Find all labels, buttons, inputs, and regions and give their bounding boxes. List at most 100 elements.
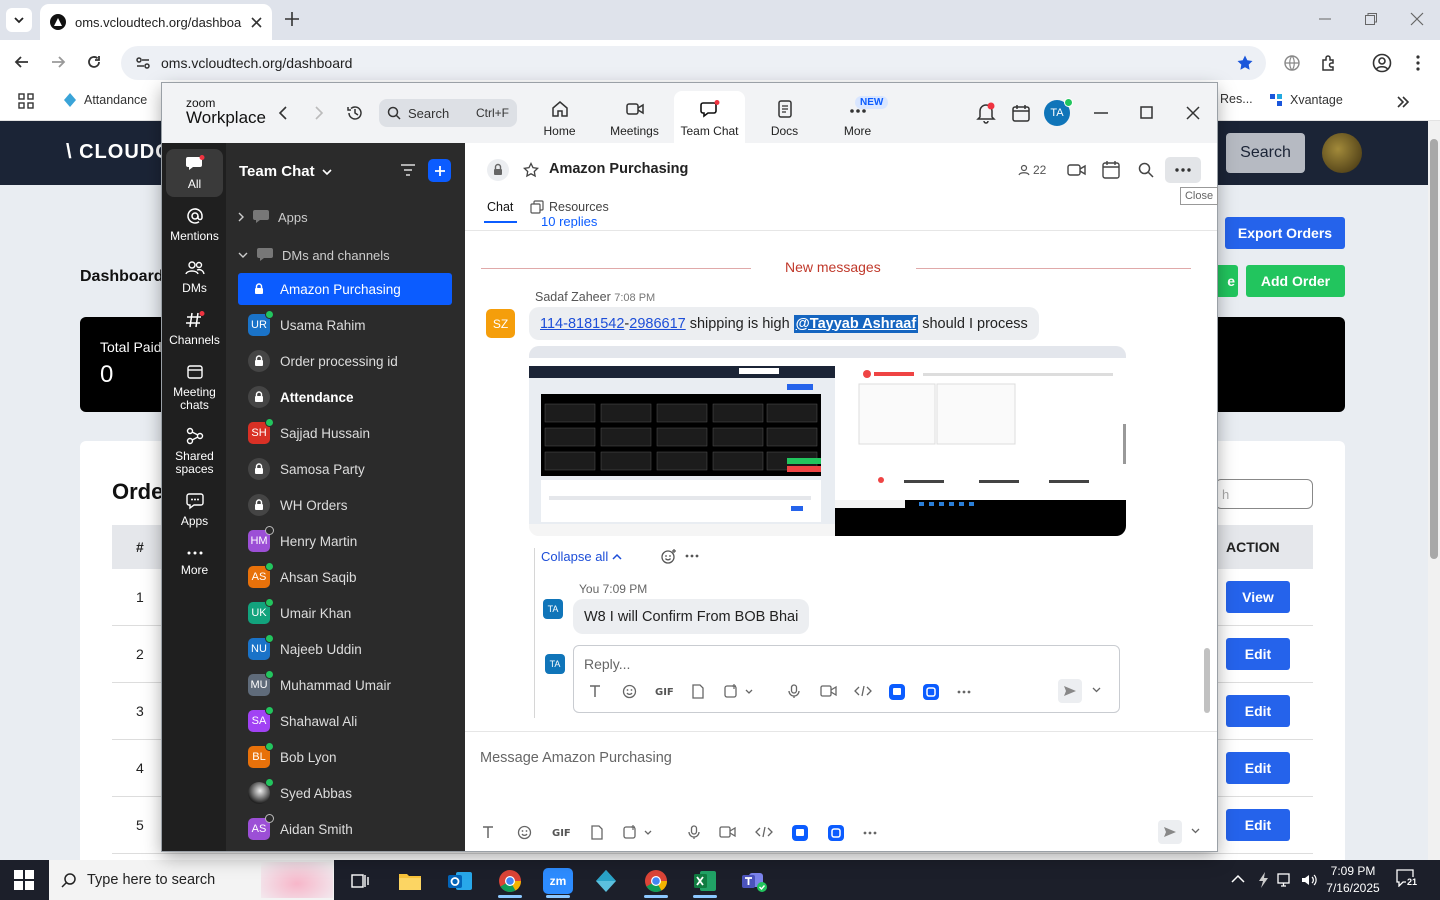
text-format-icon[interactable] [588,684,602,698]
rail-item-dms[interactable]: DMs [166,259,223,295]
site-settings-icon[interactable] [135,55,151,71]
sidebar-item-dm[interactable]: BL Bob Lyon [238,741,452,773]
send-button[interactable] [1158,820,1182,844]
orders-search-input[interactable]: h [1215,479,1313,509]
taskbar-chrome-2[interactable] [636,864,676,898]
video-message-icon[interactable] [820,684,837,698]
browser-menu-icon[interactable] [1412,54,1424,72]
sidebar-item-dm[interactable]: SA Shahawal Ali [238,705,452,737]
taskbar-teams[interactable] [734,864,774,898]
emoji-icon[interactable] [517,825,532,840]
collapse-all-link[interactable]: Collapse all [541,549,622,564]
sidebar-item-dm[interactable]: UK Umair Khan [238,597,452,629]
restore-icon[interactable] [1364,12,1378,26]
new-chat-button[interactable] [428,159,451,182]
forward-icon[interactable] [314,106,324,120]
sidebar-item-dm[interactable]: UR Usama Rahim [238,309,452,341]
tab-resources[interactable]: Resources [530,200,609,214]
site-search-button[interactable]: Search [1226,133,1305,173]
windows-start-icon[interactable] [14,870,34,890]
history-icon[interactable] [346,104,364,122]
sidebar-item-dm[interactable]: AS Ahsan Saqib [238,561,452,593]
rail-item-apps[interactable]: Apps [166,492,223,528]
close-icon[interactable] [251,16,262,28]
section-dms-channels[interactable]: DMs and channels [238,247,390,263]
video-message-icon[interactable] [719,825,736,839]
edit-button[interactable]: Edit [1226,752,1290,784]
rail-item-shared-spaces[interactable]: Shared spaces [166,427,223,476]
code-icon[interactable] [854,684,872,698]
code-icon[interactable] [755,825,773,839]
taskbar-chrome-1[interactable] [490,864,530,898]
tab-home[interactable]: Home [524,91,595,143]
taskbar-search-input[interactable]: Type here to search [49,860,334,900]
url-text[interactable]: oms.vcloudtech.org/dashboard [161,55,352,71]
volume-icon[interactable] [1300,871,1318,889]
network-icon[interactable] [1277,871,1295,889]
edit-button[interactable]: Edit [1226,638,1290,670]
tray-chevron-up-icon[interactable] [1231,874,1245,884]
file-icon[interactable] [590,825,604,840]
sidebar-item-dm[interactable]: HM Henry Martin [238,525,452,557]
rail-item-mentions[interactable]: Mentions [166,207,223,243]
user-mention[interactable]: @Tayyab Ashraaf [793,314,919,333]
order-link[interactable]: 114-8181542 [540,316,624,332]
browser-tab-active[interactable]: oms.vcloudtech.org/dashboard [40,4,272,40]
add-order-button[interactable]: Add Order [1246,265,1345,297]
tab-chat[interactable]: Chat [487,200,513,214]
screenshot-icon[interactable] [623,825,653,840]
sidebar-title[interactable]: Team Chat [239,163,332,180]
sidebar-item-channel[interactable]: Amazon Purchasing [238,273,452,305]
app-blue-icon[interactable] [889,684,905,700]
section-apps[interactable]: Apps [238,209,308,225]
thread-replies-link[interactable]: 10 replies [541,214,597,228]
apps-grid-icon[interactable] [18,93,34,109]
app-blue-icon[interactable] [792,825,808,841]
sidebar-item-dm[interactable]: AS Aidan Smith [238,813,452,845]
sidebar-item-channel[interactable]: WH Orders [238,489,452,521]
star-icon[interactable] [523,162,539,178]
task-view-button[interactable] [340,864,380,898]
rail-item-channels[interactable]: Channels [166,311,223,347]
members-count[interactable]: 22 [1018,163,1046,177]
sidebar-item-dm[interactable]: NU Najeeb Uddin [238,633,452,665]
sidebar-item-channel[interactable]: Attendance [238,381,452,413]
tab-search-button[interactable] [6,8,32,32]
tab-meetings[interactable]: Meetings [599,91,670,143]
taskbar-file-explorer[interactable] [390,864,430,898]
zoom-close-icon[interactable] [1186,106,1200,120]
chevron-down-icon[interactable] [1092,687,1101,693]
taskbar-clock[interactable]: 7:09 PM 7/16/2025 [1322,863,1384,897]
image-attachment[interactable] [529,346,1126,536]
taskbar-excel[interactable] [685,864,725,898]
sidebar-item-channel[interactable]: Samosa Party [238,453,452,485]
more-dots-icon[interactable] [863,831,877,835]
microphone-icon[interactable] [688,825,700,840]
zoom-maximize-icon[interactable] [1140,106,1153,119]
order-link[interactable]: 2986617 [629,316,685,332]
avatar[interactable]: TA [543,599,563,619]
user-avatar[interactable] [1322,133,1362,173]
more-dots-icon[interactable] [957,690,971,694]
scrollbar-thumb[interactable] [1430,139,1438,559]
avatar[interactable]: SZ [486,309,515,338]
gif-icon[interactable]: GIF [551,825,571,839]
back-icon[interactable] [278,106,288,120]
notification-center-button[interactable]: 21 [1396,869,1420,891]
rail-item-more[interactable]: More [166,547,223,577]
view-button[interactable]: View [1226,581,1290,613]
more-dots-icon[interactable] [685,554,699,558]
bookmark-star-icon[interactable] [1236,54,1254,72]
new-tab-icon[interactable] [283,10,301,28]
rail-item-all[interactable]: All [166,149,223,197]
sidebar-item-dm[interactable]: SH Sajjad Hussain [238,417,452,449]
taskbar-outlook[interactable] [440,864,480,898]
taskbar-app-diamond[interactable] [586,864,626,898]
emoji-icon[interactable] [622,684,637,699]
window-close-icon[interactable] [1410,12,1424,26]
minimize-icon[interactable] [1318,12,1332,26]
channel-more-button[interactable] [1165,157,1201,183]
tab-team-chat[interactable]: Team Chat [674,91,745,143]
reload-icon[interactable] [86,54,102,70]
back-arrow-icon[interactable] [14,54,30,70]
